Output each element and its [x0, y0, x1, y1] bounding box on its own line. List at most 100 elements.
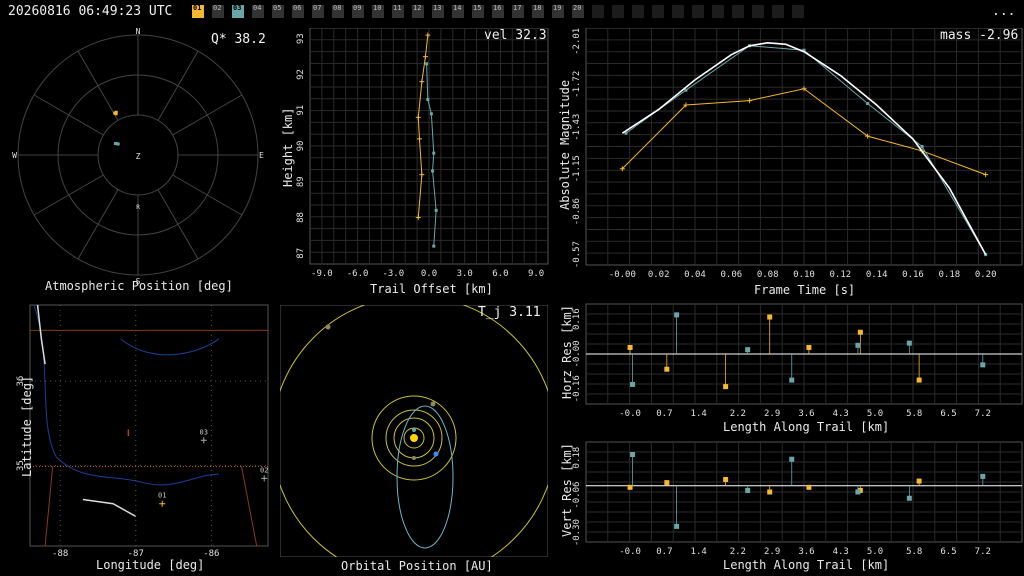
station-toggle-07[interactable]: 07 — [312, 4, 324, 18]
y-tick-label: 92 — [296, 69, 306, 80]
horizontal-residuals-chart: -0.0 0.7 1.4 2.2 2.9 3.6 4.3 5.0 5.8 6.5 7.20.16-0… — [572, 303, 1023, 419]
station-01-trail-point — [415, 114, 421, 120]
x-tick-label: 3.0 — [457, 269, 473, 279]
station-toggle-empty-20[interactable] — [592, 5, 604, 18]
station-toggle-empty-27[interactable] — [732, 5, 744, 18]
station-03-residual-point — [789, 456, 795, 462]
station-id-label: 16 — [493, 4, 502, 12]
station-03-trail-line — [426, 63, 437, 247]
station-toggle-14[interactable]: 14 — [452, 4, 464, 18]
absolute-magnitude-ylabel: Absolute Magnitude — [558, 79, 572, 210]
vertical-residuals-chart: -0.0 0.7 1.4 2.2 2.9 3.6 4.3 5.0 5.8 6.5 7.20.18-0… — [572, 441, 1023, 557]
orbital-position-title: Orbital Position [AU] — [341, 559, 493, 573]
x-tick-label: 5.0 — [867, 547, 883, 557]
atmospheric-position-title: Atmospheric Position [deg] — [45, 279, 233, 293]
station-01-residual-point — [767, 314, 773, 320]
station-toggle-04[interactable]: 04 — [252, 4, 264, 18]
station-01-residual-point — [767, 489, 773, 495]
station-id-label: 09 — [353, 4, 362, 12]
station-toggle-17[interactable]: 17 — [512, 4, 524, 18]
x-tick-label: 2.9 — [764, 409, 780, 419]
x-tick-label: 2.2 — [730, 547, 746, 557]
x-tick-label: 0.04 — [684, 270, 706, 280]
y-tick-label: 93 — [296, 33, 306, 44]
trail-offset-chart: -9.0 -6.0 -3.0 0.0 3.0 6.0 9.0 87 88 89 90 91 92 93 — [296, 28, 549, 279]
station-03-magnitude-line — [625, 45, 987, 255]
station-id-label: 10 — [373, 4, 382, 12]
station-toggle-empty-23[interactable] — [652, 5, 664, 18]
station-toggle-12[interactable]: 12 — [412, 4, 424, 18]
jupiter-position — [325, 324, 331, 330]
station-toggle-13[interactable]: 13 — [432, 4, 444, 18]
x-tick-label: 1.4 — [691, 547, 707, 557]
station-toggle-19[interactable]: 19 — [552, 4, 564, 18]
station-toggle-18[interactable]: 18 — [532, 4, 544, 18]
station-01-residual-point — [806, 344, 812, 350]
station-id-label: 01 — [193, 4, 202, 12]
station-03-magnitude-point — [866, 102, 870, 106]
station-toggle-empty-21[interactable] — [612, 5, 624, 18]
more-options-button[interactable]: ... — [992, 4, 1015, 19]
station-03-trail-point — [429, 112, 433, 116]
planet-position — [412, 456, 416, 460]
station-id-label: 20 — [573, 4, 582, 12]
station-toggle-empty-28[interactable] — [752, 5, 764, 18]
sun — [410, 434, 418, 442]
station-toggle-01[interactable]: 01 — [192, 4, 204, 18]
station-01-trail-point — [425, 32, 431, 38]
station-03-residual-point — [906, 340, 912, 346]
station-toggle-empty-30[interactable] — [792, 5, 804, 18]
station-id-label: 19 — [553, 4, 562, 12]
x-tick-label: 0.7 — [656, 547, 672, 557]
station-03-magnitude-point — [684, 88, 688, 92]
azimuth-spoke — [157, 50, 199, 121]
station-toggle-20[interactable]: 20 — [572, 4, 584, 18]
x-tick-label: 0.7 — [656, 409, 672, 419]
station-03-residual-point — [630, 381, 636, 387]
station-03-residual-point — [855, 342, 861, 348]
planet-position — [412, 428, 416, 432]
tisserand-readout: T_j 3.11 — [478, 305, 541, 320]
station-id-label: 02 — [213, 4, 222, 12]
station-03-residual-point — [980, 362, 986, 368]
station-01-residual-point — [916, 478, 922, 484]
station-id-label: 13 — [433, 4, 442, 12]
station-id-label: 11 — [393, 4, 402, 12]
station-01-residual-point — [723, 384, 729, 390]
station-toggle-09[interactable]: 09 — [352, 4, 364, 18]
station-02-label: 02 — [260, 466, 268, 474]
x-tick-label: 5.8 — [906, 547, 922, 557]
station-toggle-03[interactable]: 03 — [232, 4, 244, 18]
station-01-trail-point — [415, 215, 421, 221]
station-03-residual-point — [855, 489, 861, 495]
azimuth-spoke — [172, 94, 243, 136]
station-01-residual-point — [664, 480, 670, 486]
station-id-label: 04 — [253, 4, 262, 12]
station-toggle-15[interactable]: 15 — [472, 4, 484, 18]
x-tick-label: 0.02 — [648, 270, 670, 280]
x-tick-label: -0.0 — [619, 409, 641, 419]
station-01-residual-point — [664, 366, 670, 372]
station-toggle-empty-24[interactable] — [672, 5, 684, 18]
station-toggle-empty-22[interactable] — [632, 5, 644, 18]
station-toggle-02[interactable]: 02 — [212, 4, 224, 18]
station-toggle-08[interactable]: 08 — [332, 4, 344, 18]
station-01-trail-point — [419, 172, 425, 178]
station-toggle-16[interactable]: 16 — [492, 4, 504, 18]
light-curve-chart: -0.00 0.02 0.04 0.06 0.08 0.10 0.12 0.14 0.16 0.1… — [572, 28, 1023, 280]
y-tick-label: 87 — [296, 248, 306, 259]
height-ylabel: Height [km] — [281, 107, 295, 187]
station-01-trail-point — [422, 54, 428, 60]
station-toggle-empty-29[interactable] — [772, 5, 784, 18]
station-toggle-10[interactable]: 10 — [372, 4, 384, 18]
station-toggle-11[interactable]: 11 — [392, 4, 404, 18]
azimuth-spoke — [77, 50, 119, 121]
x-tick-label: 0.08 — [757, 270, 779, 280]
y-tick-label: 90 — [296, 141, 306, 152]
station-toggle-06[interactable]: 06 — [292, 4, 304, 18]
station-toggle-empty-26[interactable] — [712, 5, 724, 18]
station-toggle-empty-25[interactable] — [692, 5, 704, 18]
station-toggle-05[interactable]: 05 — [272, 4, 284, 18]
station-id-label: 07 — [313, 4, 322, 12]
state-border-line — [44, 466, 258, 547]
